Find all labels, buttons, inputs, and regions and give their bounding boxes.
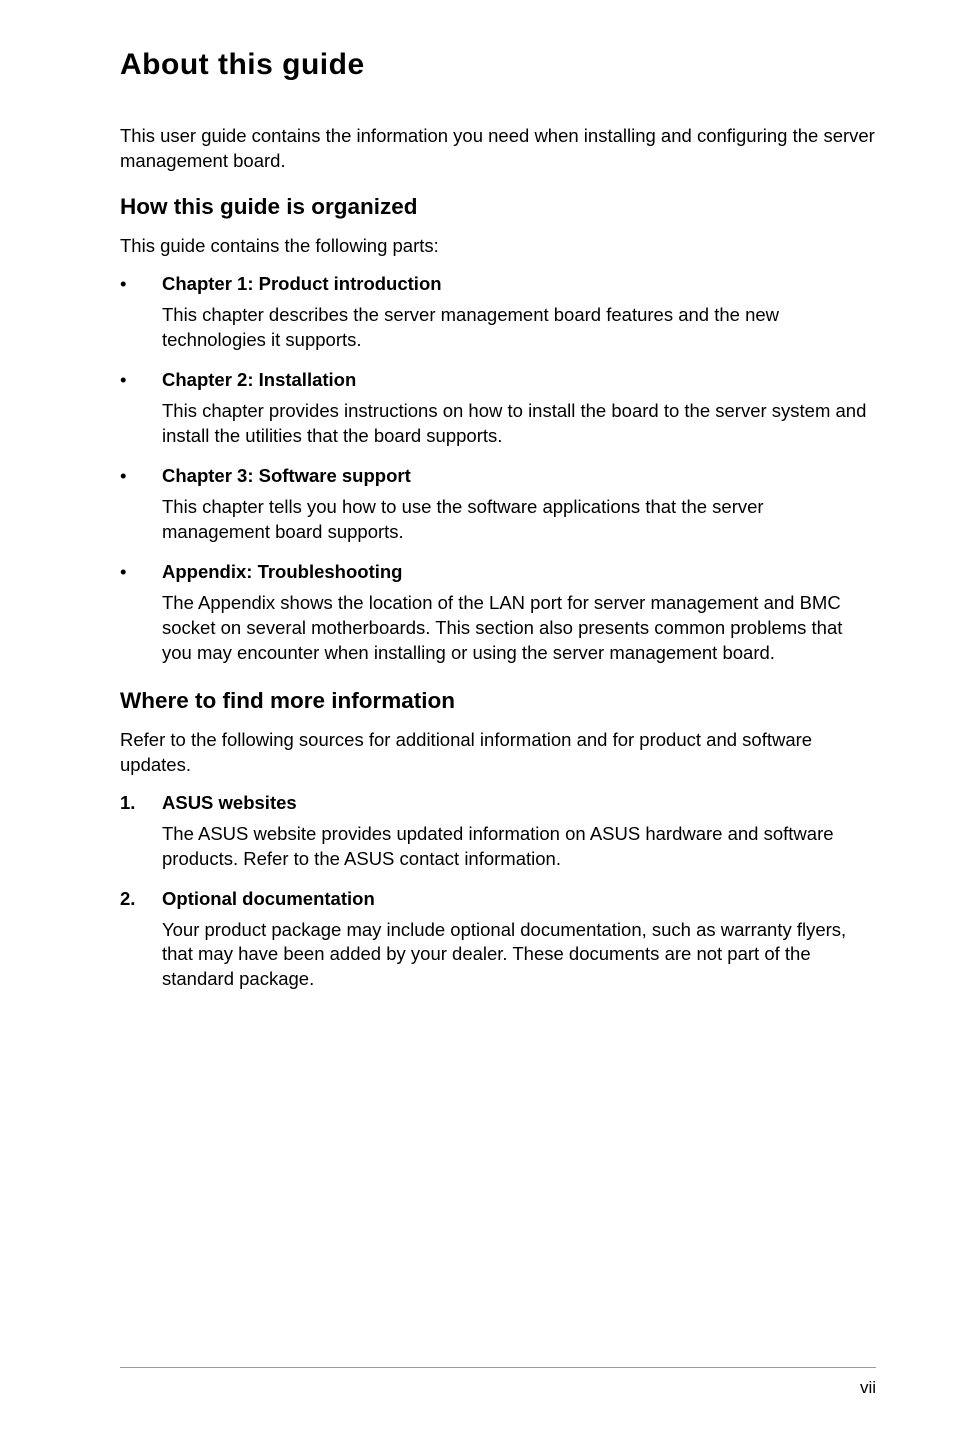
page-number: vii — [860, 1378, 876, 1398]
chapter-title: Appendix: Troubleshooting — [162, 561, 876, 583]
bullet-marker: • — [120, 465, 162, 549]
list-item: • Chapter 1: Product introduction This c… — [120, 273, 876, 357]
chapter-body: This chapter tells you how to use the so… — [162, 495, 876, 545]
number-marker: 1. — [120, 792, 162, 876]
section-heading-moreinfo: Where to find more information — [120, 688, 876, 714]
list-item: • Chapter 2: Installation This chapter p… — [120, 369, 876, 453]
chapter-title: Chapter 1: Product introduction — [162, 273, 876, 295]
footer-divider — [120, 1367, 876, 1368]
list-item: 2. Optional documentation Your product p… — [120, 888, 876, 997]
item-title: Optional documentation — [162, 888, 876, 910]
section-heading-organized: How this guide is organized — [120, 194, 876, 220]
bullet-content: Chapter 1: Product introduction This cha… — [162, 273, 876, 357]
list-item: • Appendix: Troubleshooting The Appendix… — [120, 561, 876, 670]
bullet-content: Appendix: Troubleshooting The Appendix s… — [162, 561, 876, 670]
bullet-content: Chapter 2: Installation This chapter pro… — [162, 369, 876, 453]
chapter-title: Chapter 2: Installation — [162, 369, 876, 391]
bullet-marker: • — [120, 561, 162, 670]
item-body: Your product package may include optiona… — [162, 918, 876, 993]
item-title: ASUS websites — [162, 792, 876, 814]
list-item: 1. ASUS websites The ASUS website provid… — [120, 792, 876, 876]
chapter-body: This chapter provides instructions on ho… — [162, 399, 876, 449]
list-item: • Chapter 3: Software support This chapt… — [120, 465, 876, 549]
bullet-marker: • — [120, 273, 162, 357]
section-intro-organized: This guide contains the following parts: — [120, 234, 876, 259]
chapter-body: The Appendix shows the location of the L… — [162, 591, 876, 666]
bullet-content: Chapter 3: Software support This chapter… — [162, 465, 876, 549]
bullet-marker: • — [120, 369, 162, 453]
chapter-title: Chapter 3: Software support — [162, 465, 876, 487]
bullet-content: Optional documentation Your product pack… — [162, 888, 876, 997]
section-intro-moreinfo: Refer to the following sources for addit… — [120, 728, 876, 778]
chapter-body: This chapter describes the server manage… — [162, 303, 876, 353]
bullet-content: ASUS websites The ASUS website provides … — [162, 792, 876, 876]
intro-paragraph: This user guide contains the information… — [120, 124, 876, 174]
item-body: The ASUS website provides updated inform… — [162, 822, 876, 872]
number-marker: 2. — [120, 888, 162, 997]
page-title: About this guide — [120, 48, 876, 82]
